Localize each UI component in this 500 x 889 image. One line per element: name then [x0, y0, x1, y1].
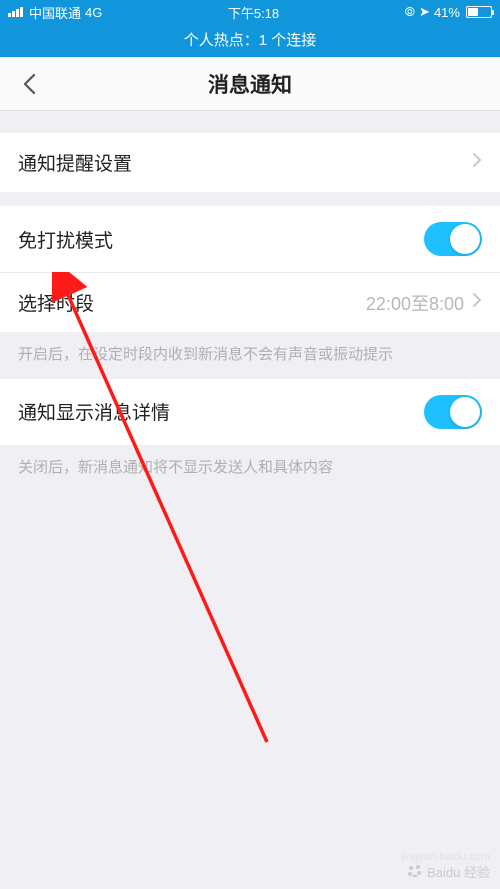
- cell-label: 通知提醒设置: [18, 149, 132, 176]
- detail-note: 关闭后，新消息通知将不显示发送人和具体内容: [0, 445, 500, 492]
- battery-pct: 41%: [434, 5, 460, 20]
- watermark-text: Baidu 经验: [427, 862, 490, 881]
- chevron-right-icon: [472, 152, 482, 174]
- hotspot-label: 个人热点：1 个连接: [184, 32, 317, 49]
- cell-dnd-mode: 免打扰模式: [0, 206, 500, 273]
- cell-time-period[interactable]: 选择时段 22:00至8:00: [0, 273, 500, 332]
- cell-reminder-settings[interactable]: 通知提醒设置: [0, 133, 500, 192]
- chevron-left-icon: [22, 73, 36, 95]
- watermark: Baidu 经验: [407, 862, 490, 881]
- cell-label: 通知显示消息详情: [18, 398, 170, 425]
- cell-show-detail: 通知显示消息详情: [0, 379, 500, 445]
- orientation-lock-icon: ⦾: [405, 4, 415, 20]
- period-value: 22:00至8:00: [366, 290, 464, 316]
- carrier-label: 中国联通: [29, 3, 81, 22]
- nav-bar: 消息通知: [0, 57, 500, 111]
- status-left: 中国联通 4G: [8, 3, 102, 22]
- cell-label: 选择时段: [18, 289, 94, 316]
- spacer: [0, 192, 500, 206]
- chevron-right-icon: [472, 292, 482, 314]
- baidu-logo-icon: [407, 864, 423, 880]
- status-time: 下午5:18: [228, 3, 279, 22]
- dnd-note: 开启后，在设定时段内收到新消息不会有声音或振动提示: [0, 332, 500, 379]
- network-label: 4G: [85, 5, 102, 20]
- hotspot-bar[interactable]: 个人热点：1 个连接: [0, 24, 500, 57]
- cell-label: 免打扰模式: [18, 226, 113, 253]
- status-right: ⦾ ➤ 41%: [405, 4, 492, 20]
- signal-icon: [8, 7, 23, 17]
- battery-icon: [466, 6, 492, 18]
- spacer: [0, 111, 500, 133]
- back-button[interactable]: [14, 69, 44, 99]
- dnd-toggle[interactable]: [424, 222, 482, 256]
- page-title: 消息通知: [208, 69, 292, 99]
- status-bar: 中国联通 4G 下午5:18 ⦾ ➤ 41%: [0, 0, 500, 24]
- detail-toggle[interactable]: [424, 395, 482, 429]
- location-icon: ➤: [419, 4, 430, 20]
